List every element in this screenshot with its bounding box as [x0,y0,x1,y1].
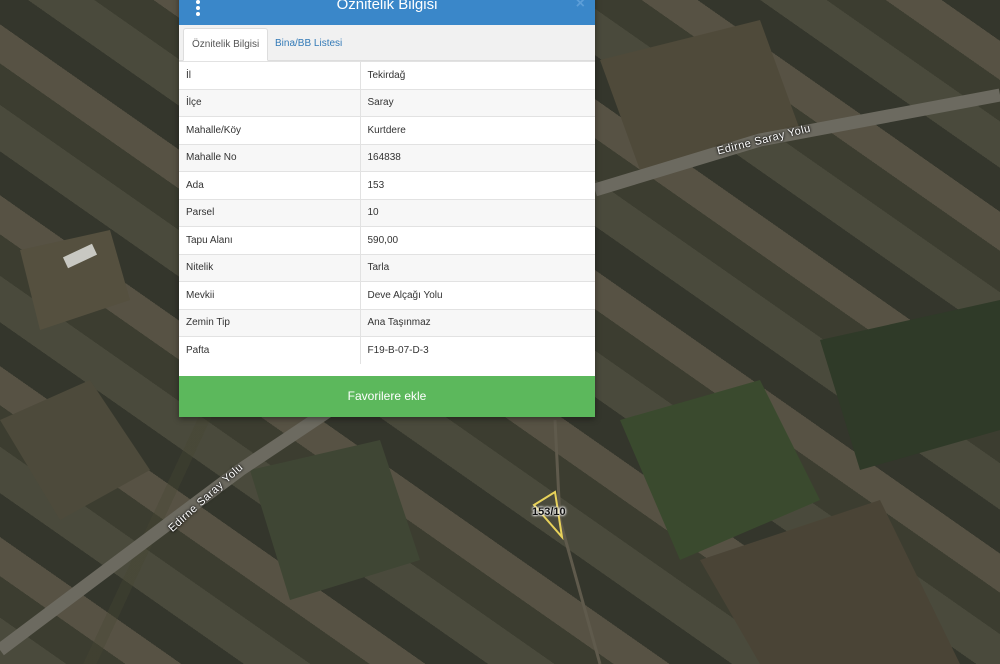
attribute-value: Kurtdere [360,116,595,144]
attribute-key: Mahalle No [179,143,361,172]
attribute-key: Mahalle/Köy [179,116,361,144]
tab-building-list[interactable]: Bina/BB Listesi [267,28,350,59]
field-patch [600,20,800,170]
attribute-value: Ana Taşınmaz [360,308,595,337]
field-patch [820,300,1000,470]
table-row: Ada 153 [179,171,595,199]
attribute-key: Parsel [179,198,361,227]
attribute-info-panel: Öznitelik Bilgisi × Öznitelik Bilgisi Bi… [179,0,595,417]
table-row: Parsel 10 [179,198,595,227]
attribute-value: Saray [360,88,595,117]
table-row: İl Tekirdağ [179,61,595,89]
panel-title: Öznitelik Bilgisi [336,0,438,13]
attribute-value: 164838 [360,143,595,172]
attribute-key: Zemin Tip [179,308,361,337]
table-row: İlçe Saray [179,88,595,117]
tab-attribute-info[interactable]: Öznitelik Bilgisi [183,28,269,61]
attribute-key: Pafta [179,336,361,364]
table-row: Mahalle No 164838 [179,143,595,172]
attribute-value: F19-B-07-D-3 [360,336,595,364]
field-patch [0,380,150,520]
field-patch [250,440,420,600]
panel-tabs: Öznitelik Bilgisi Bina/BB Listesi [179,25,595,61]
table-row: Mahalle/Köy Kurtdere [179,116,595,144]
attribute-key: Nitelik [179,253,361,282]
close-icon[interactable]: × [576,0,585,13]
table-row: Mevkii Deve Alçağı Yolu [179,281,595,309]
attribute-value: 10 [360,198,595,227]
attribute-key: Ada [179,171,361,199]
attribute-value: 590,00 [360,226,595,254]
attribute-key: Tapu Alanı [179,226,361,254]
table-row: Zemin Tip Ana Taşınmaz [179,308,595,337]
attribute-key: Mevkii [179,281,361,309]
panel-header: Öznitelik Bilgisi × [179,0,595,25]
field-patch [20,230,130,330]
add-to-favorites-button[interactable]: Favorilere ekle [179,376,595,417]
attribute-value: 153 [360,171,595,199]
attribute-table: İl Tekirdağ İlçe Saray Mahalle/Köy Kurtdere Ma… [179,61,595,364]
attribute-key: İl [179,61,361,89]
attribute-value: Tekirdağ [360,61,595,89]
parcel-label: 153/10 [532,506,566,518]
table-row: Pafta F19-B-07-D-3 [179,336,595,364]
attribute-value: Tarla [360,253,595,282]
attribute-key: İlçe [179,88,361,117]
table-row: Nitelik Tarla [179,253,595,282]
attribute-value: Deve Alçağı Yolu [360,281,595,309]
table-row: Tapu Alanı 590,00 [179,226,595,254]
dirt-track [553,419,602,664]
